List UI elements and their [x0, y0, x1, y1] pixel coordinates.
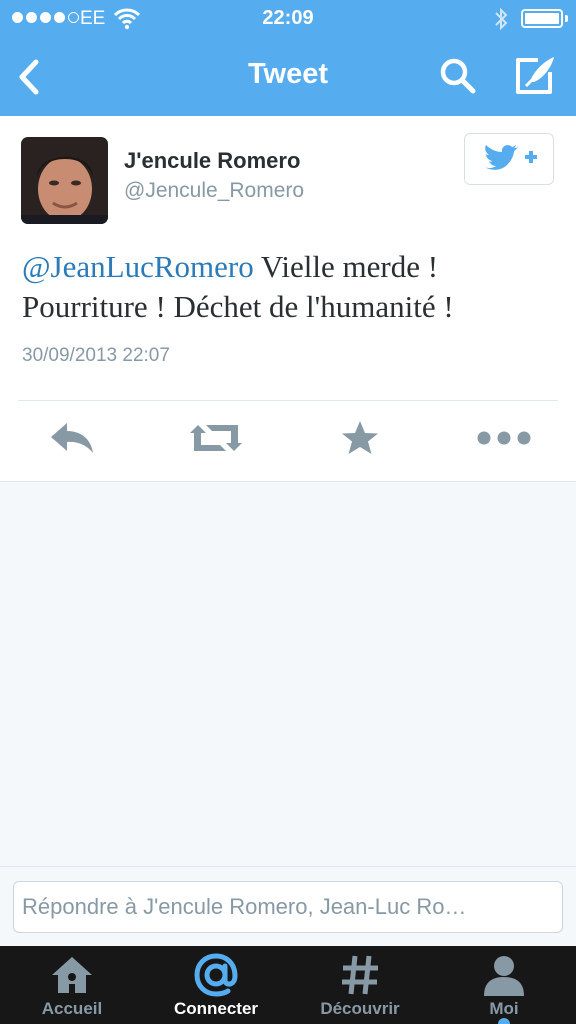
more-button[interactable]	[474, 418, 534, 462]
favorite-button[interactable]	[338, 418, 382, 462]
tab-label: Découvrir	[320, 999, 400, 1018]
reply-bar	[0, 866, 576, 946]
tab-label: Connecter	[173, 999, 259, 1018]
retweet-icon	[188, 421, 244, 460]
person-icon	[432, 952, 576, 998]
tab-home[interactable]: Accueil	[0, 946, 144, 1024]
reply-button[interactable]	[44, 418, 100, 462]
reply-icon	[49, 421, 95, 460]
follow-bird-plus-icon	[479, 141, 539, 178]
bluetooth-icon	[494, 7, 508, 36]
retweet-button[interactable]	[186, 418, 246, 462]
reply-input[interactable]	[13, 881, 563, 933]
follow-button[interactable]	[464, 133, 554, 185]
tweet-timestamp: 30/09/2013 22:07	[22, 345, 170, 366]
battery-tip	[565, 15, 568, 22]
tweet-text: @JeanLucRomero Vielle merde ! Pourriture…	[22, 247, 552, 327]
top-header: EE 22:09 Tweet	[0, 0, 576, 116]
tab-label: Moi	[489, 999, 519, 1018]
mention-link[interactable]: @JeanLucRomero	[22, 249, 254, 284]
divider	[18, 400, 558, 401]
author-handle[interactable]: @Jencule_Romero	[124, 179, 304, 203]
hashtag-icon	[288, 952, 432, 998]
compose-icon[interactable]	[512, 54, 558, 96]
battery-icon	[521, 9, 563, 28]
page-title: Tweet	[247, 58, 329, 90]
tab-discover[interactable]: Découvrir	[288, 946, 432, 1024]
tweet-card: J'encule Romero @Jencule_Romero @JeanLuc…	[0, 116, 576, 482]
tab-label: Accueil	[41, 999, 103, 1018]
more-dots-icon	[476, 430, 532, 451]
status-bar: EE 22:09	[0, 0, 576, 38]
status-time: 22:09	[262, 7, 314, 29]
avatar[interactable]	[21, 137, 108, 224]
search-icon[interactable]	[438, 56, 478, 96]
tab-me[interactable]: Moi	[432, 946, 576, 1024]
notification-dot	[498, 1018, 510, 1024]
tab-bar: Accueil Connecter Découvrir Moi	[0, 946, 576, 1024]
author-name[interactable]: J'encule Romero	[124, 148, 300, 174]
favorite-star-icon	[341, 420, 379, 461]
home-icon	[0, 952, 144, 998]
tab-connect[interactable]: Connecter	[144, 946, 288, 1024]
at-icon	[144, 952, 288, 998]
nav-bar: Tweet	[0, 38, 576, 116]
